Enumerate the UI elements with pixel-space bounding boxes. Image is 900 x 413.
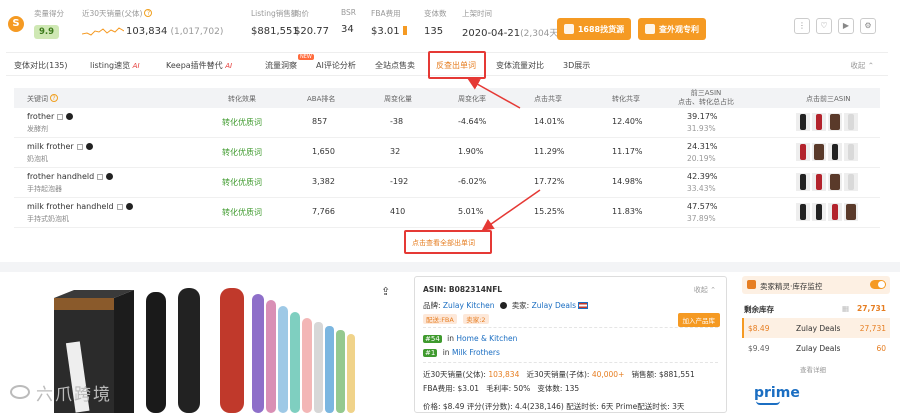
fba-fee-value: $3.01	[457, 384, 479, 393]
asin-details-panel: ASIN: B082314NFL 收起 ⌃ 品牌: Zulay Kitchen …	[414, 276, 727, 413]
seller-sprite-icon	[747, 280, 756, 289]
fba-tag: 配送:FBA	[423, 314, 457, 324]
divider	[423, 362, 718, 363]
share-icon[interactable]: ⇪	[381, 285, 393, 298]
arrow-to-tab	[467, 78, 521, 109]
watermark-logo-icon	[10, 385, 30, 399]
seller-link[interactable]: Zulay Deals	[532, 301, 576, 310]
prime-logo: prime	[754, 385, 800, 401]
page-root: S 卖量得分 9.9 近30天销量(父体)? 103,834 (1,017,70…	[0, 0, 900, 413]
arrow-to-see-all	[481, 189, 541, 231]
stock-monitor-panel: 卖家精灵·库存监控 剩余库存 ▦ 27,731 $8.49 Zulay Deal…	[742, 276, 890, 413]
stock-label: 剩余库存	[744, 305, 774, 314]
variant-count-value: 135	[564, 384, 580, 393]
child-sales-value: 40,000+	[591, 370, 625, 379]
prime-smile-icon	[756, 401, 780, 405]
brand-link[interactable]: Zulay Kitchen	[443, 301, 495, 310]
category-link-home-kitchen[interactable]: Home & Kitchen	[456, 334, 517, 343]
stock-monitor-title: 卖家精灵·库存监控	[760, 282, 823, 291]
category-link-milk-frothers[interactable]: Milk Frothers	[452, 348, 500, 357]
brand-badge-icon	[499, 302, 507, 309]
revenue-value: $881,551	[658, 370, 695, 379]
warehouse-icon: ▦	[842, 304, 850, 313]
watermark-text: 六爪跨境	[36, 385, 112, 405]
seller-count-tag: 卖家:2	[463, 314, 489, 324]
rank-badge-main: #54	[423, 335, 442, 343]
view-details-link[interactable]: 查看详细	[800, 364, 826, 374]
price-rating-line: 价格: $8.49 评分(评分数): 4.4(238,146) 配送时长: 6天…	[423, 402, 685, 411]
asin-value: ASIN: B082314NFL	[423, 285, 503, 294]
us-flag-icon	[578, 302, 589, 309]
add-to-product-library-button[interactable]: 加入产品库	[677, 313, 720, 327]
section-separator	[0, 262, 900, 272]
margin-value: 50%	[513, 384, 531, 393]
divider	[423, 327, 718, 328]
stock-monitor-header: 卖家精灵·库存监控	[742, 276, 890, 294]
parent-sales-value: 103,834	[488, 370, 520, 379]
rank-badge-sub: #1	[423, 349, 438, 357]
stock-total: 27,731	[857, 304, 886, 313]
stock-monitor-toggle[interactable]	[870, 280, 886, 289]
asin-panel-collapse[interactable]: 收起 ⌃	[694, 285, 716, 295]
